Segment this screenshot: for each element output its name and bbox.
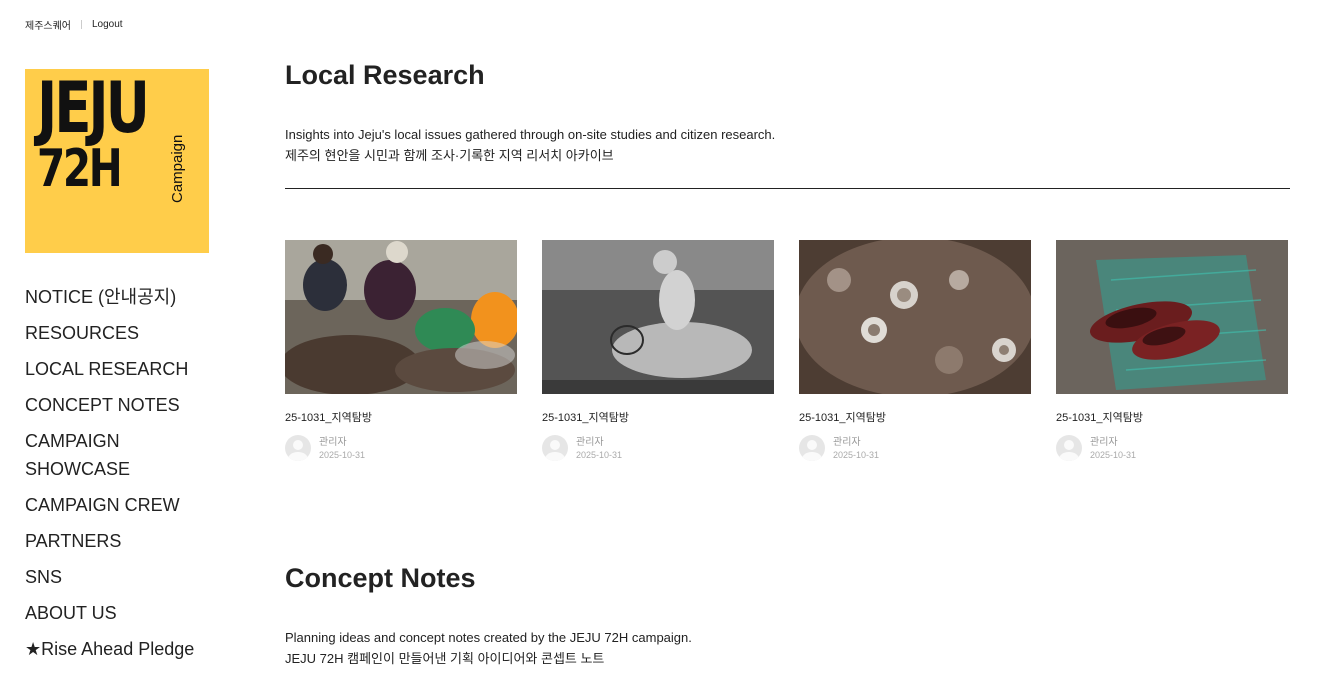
nav-item-local-research[interactable]: LOCAL RESEARCH [25, 355, 225, 383]
logo-line-2: 72H [37, 139, 123, 199]
photo-women-sorting-shellfish [285, 240, 517, 394]
post-author: 관리자 [1090, 436, 1118, 448]
post-date: 2025-10-31 [1090, 449, 1137, 460]
post-card[interactable]: 25-1031_지역탐방 관리자 2025-10-31 [1056, 240, 1288, 461]
photo-haenyeo-bw [542, 240, 774, 394]
avatar-icon [1056, 435, 1082, 461]
nav-item-about-us[interactable]: ABOUT US [25, 599, 225, 627]
post-title[interactable]: 25-1031_지역탐방 [542, 409, 774, 425]
post-card[interactable]: 25-1031_지역탐방 관리자 2025-10-31 [285, 240, 517, 461]
avatar-icon [285, 435, 311, 461]
nav-item-campaign-showcase[interactable]: CAMPAIGN SHOWCASE [25, 427, 225, 483]
nav-item-partners[interactable]: PARTNERS [25, 527, 225, 555]
avatar-icon [799, 435, 825, 461]
site-logo[interactable]: JEJU 72H Campaign [25, 69, 209, 253]
post-author: 관리자 [319, 436, 347, 448]
top-bar: 제주스퀘어 Logout [25, 17, 123, 32]
section-title-local-research: Local Research [285, 60, 485, 90]
desc-en: Planning ideas and concept notes created… [285, 630, 692, 645]
desc-ko: JEJU 72H 캠페인이 만들어낸 기획 아이디어와 콘셉트 노트 [285, 651, 605, 666]
post-meta: 관리자 2025-10-31 [799, 435, 1031, 461]
post-title[interactable]: 25-1031_지역탐방 [285, 409, 517, 425]
post-thumbnail[interactable] [285, 240, 517, 394]
section-title-concept-notes: Concept Notes [285, 563, 476, 593]
post-author: 관리자 [576, 436, 604, 448]
sidebar-nav: NOTICE (안내공지) RESOURCES LOCAL RESEARCH C… [25, 283, 225, 671]
logo-vertical-text: Campaign [169, 134, 186, 203]
logout-link[interactable]: Logout [92, 19, 123, 30]
photo-red-shoes-net [1056, 240, 1288, 394]
post-date: 2025-10-31 [833, 449, 880, 460]
post-title[interactable]: 25-1031_지역탐방 [799, 409, 1031, 425]
section-desc-concept-notes: Planning ideas and concept notes created… [285, 627, 692, 669]
post-meta: 관리자 2025-10-31 [542, 435, 774, 461]
post-grid: 25-1031_지역탐방 관리자 2025-10-31 25-1031_지역탐방… [285, 240, 1290, 461]
nav-item-concept-notes[interactable]: CONCEPT NOTES [25, 391, 225, 419]
desc-en: Insights into Jeju's local issues gather… [285, 127, 776, 142]
logo-line-1: JEJU [37, 69, 150, 149]
post-meta: 관리자 2025-10-31 [1056, 435, 1288, 461]
avatar-icon [542, 435, 568, 461]
nav-item-sns[interactable]: SNS [25, 563, 225, 591]
post-thumbnail[interactable] [542, 240, 774, 394]
post-card[interactable]: 25-1031_지역탐방 관리자 2025-10-31 [799, 240, 1031, 461]
section-desc-local-research: Insights into Jeju's local issues gather… [285, 124, 775, 166]
post-meta: 관리자 2025-10-31 [285, 435, 517, 461]
divider [81, 20, 82, 29]
nav-item-notice[interactable]: NOTICE (안내공지) [25, 283, 225, 311]
post-thumbnail[interactable] [1056, 240, 1288, 394]
photo-turban-shells [799, 240, 1031, 394]
post-author: 관리자 [833, 436, 861, 448]
post-date: 2025-10-31 [576, 449, 623, 460]
post-title[interactable]: 25-1031_지역탐방 [1056, 409, 1288, 425]
desc-ko: 제주의 현안을 시민과 함께 조사·기록한 지역 리서치 아카이브 [285, 148, 614, 163]
site-link[interactable]: 제주스퀘어 [25, 17, 71, 32]
section-divider [285, 188, 1290, 189]
nav-item-resources[interactable]: RESOURCES [25, 319, 225, 347]
post-thumbnail[interactable] [799, 240, 1031, 394]
post-date: 2025-10-31 [319, 449, 366, 460]
nav-item-rise-ahead-pledge[interactable]: ★Rise Ahead Pledge [25, 635, 225, 663]
post-card[interactable]: 25-1031_지역탐방 관리자 2025-10-31 [542, 240, 774, 461]
nav-item-campaign-crew[interactable]: CAMPAIGN CREW [25, 491, 225, 519]
